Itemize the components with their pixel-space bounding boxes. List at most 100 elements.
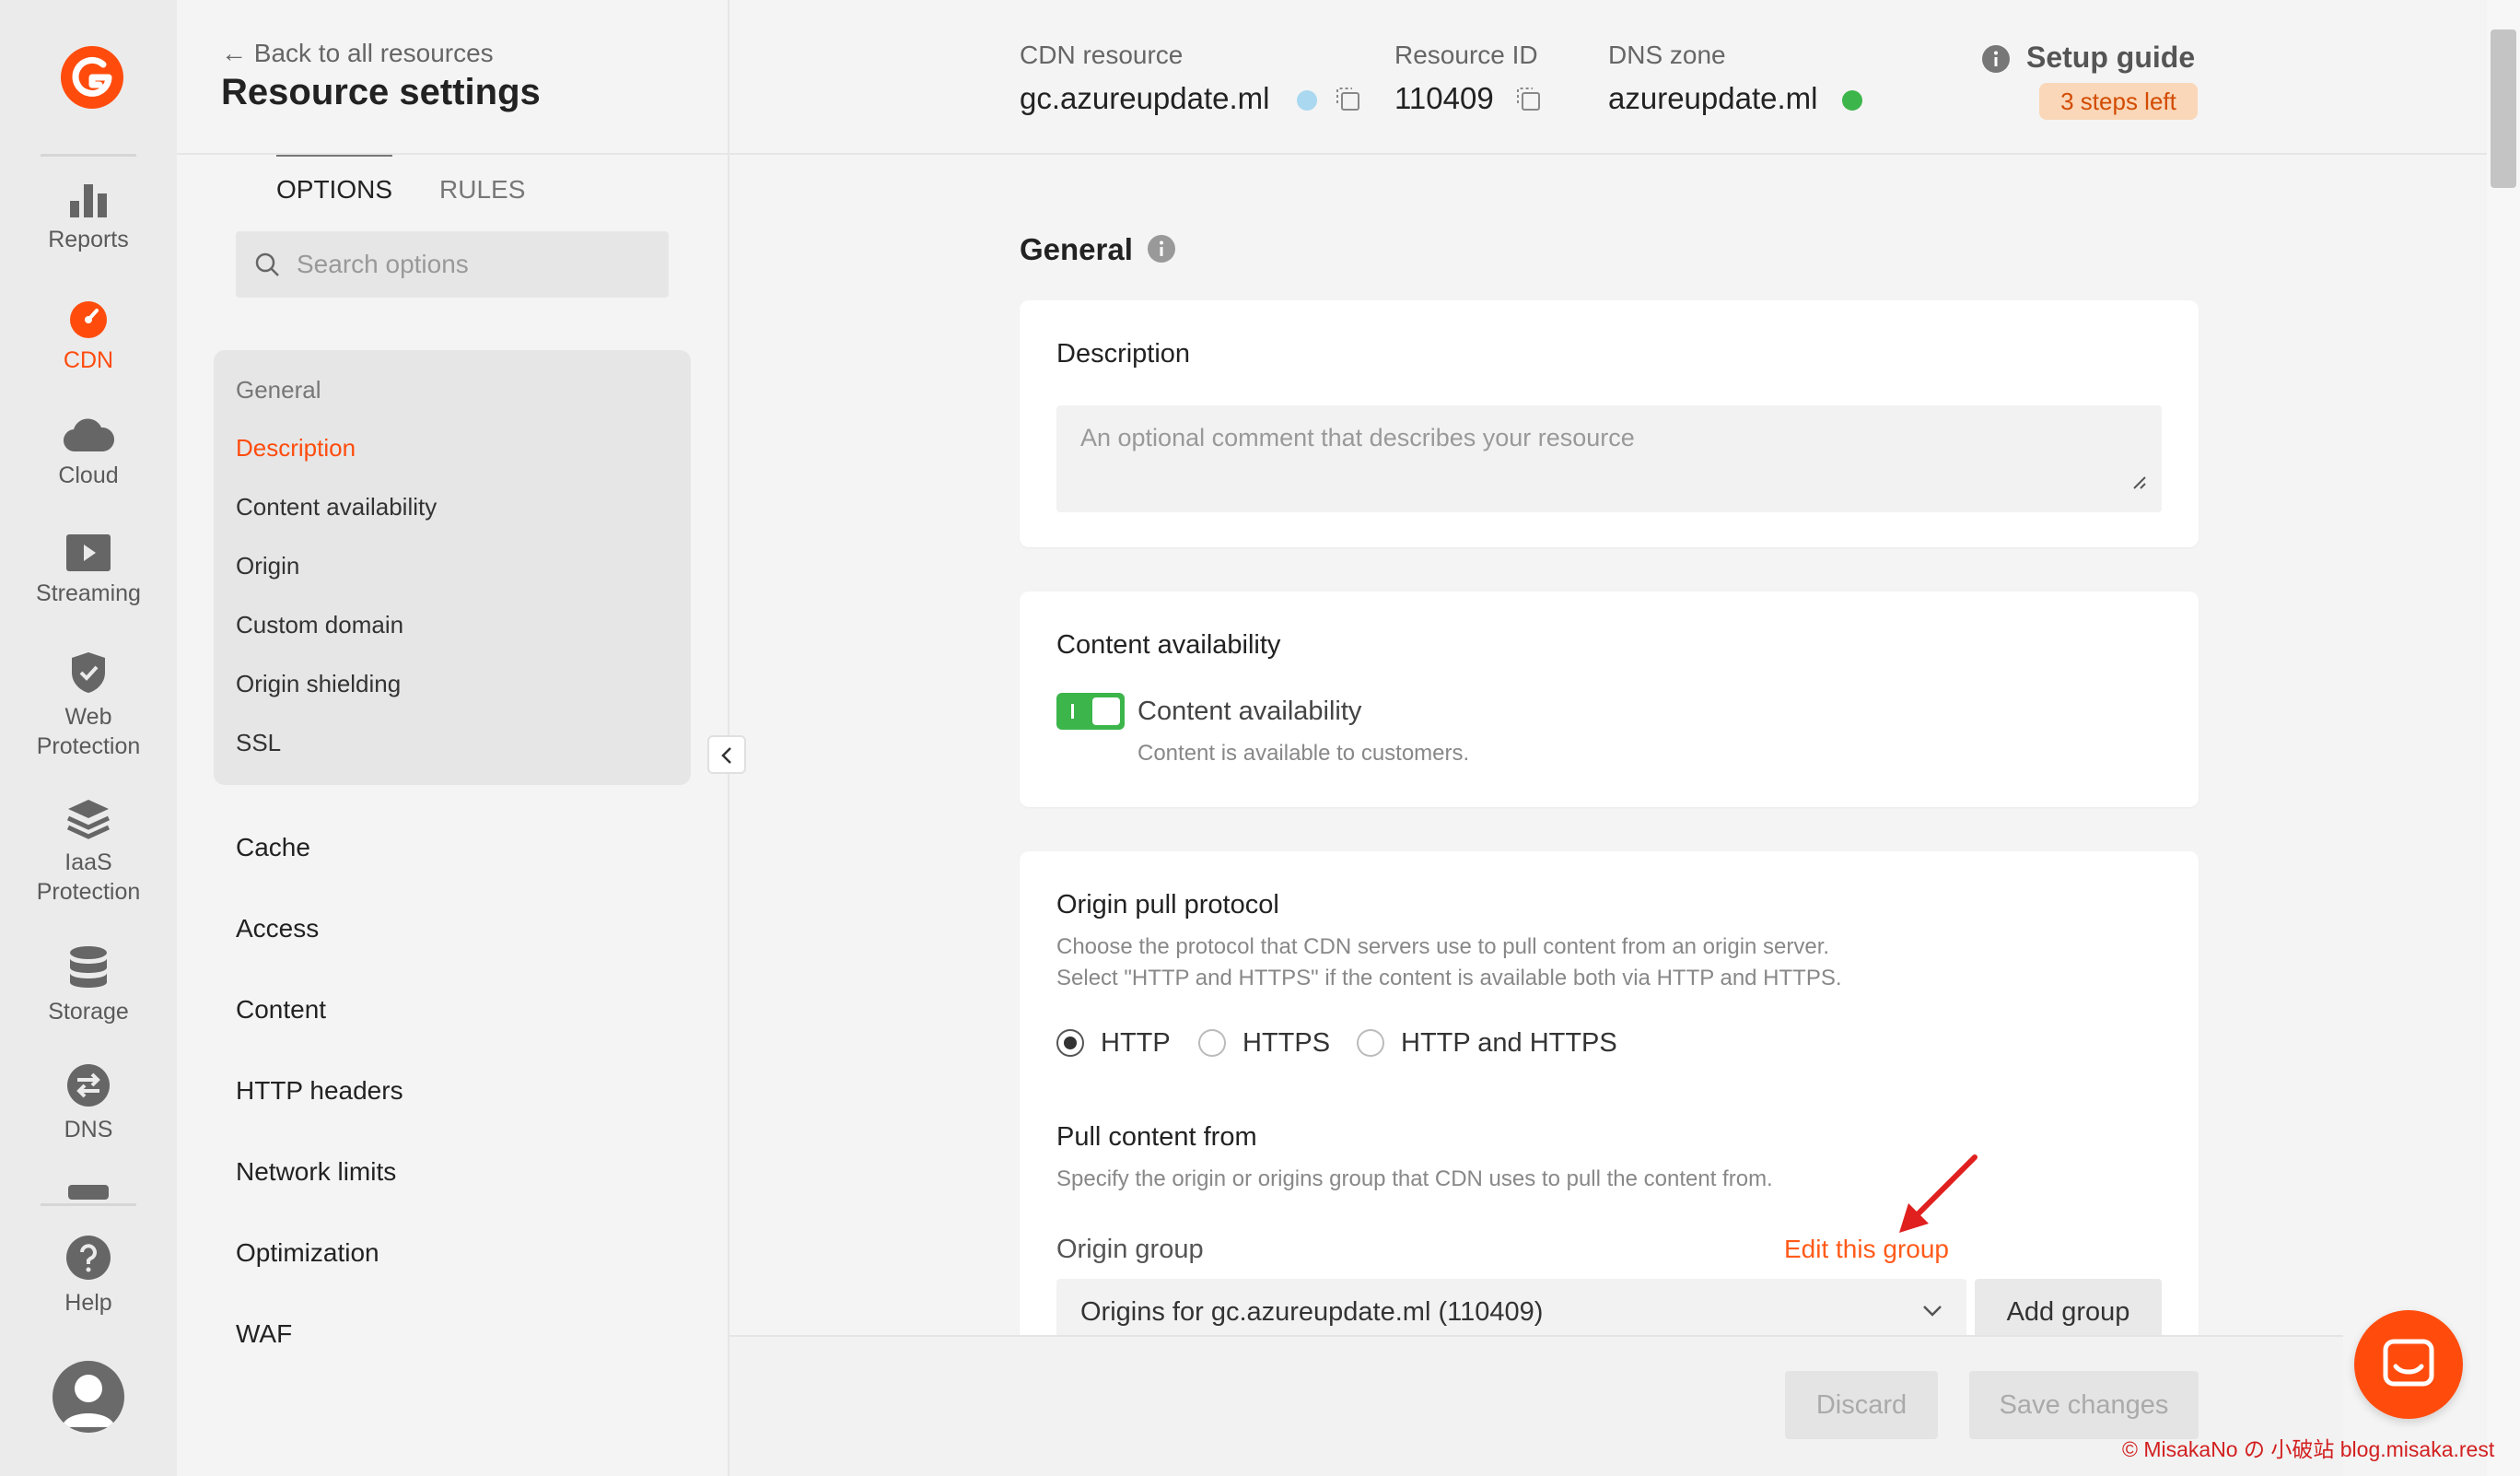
nav-content-availability[interactable]: Content availability [236, 493, 437, 521]
nav-network-limits[interactable]: Network limits [236, 1157, 396, 1187]
rail-item-reports[interactable]: Reports [0, 181, 177, 254]
discard-button[interactable]: Discard [1785, 1371, 1938, 1439]
rail-label: Reports [48, 227, 129, 252]
server-icon[interactable] [68, 1185, 109, 1200]
dns-zone-value: azureupdate.ml [1608, 81, 1818, 115]
dns-status-dot [1842, 90, 1862, 111]
rail-label: IaaS [64, 849, 112, 875]
play-icon [66, 534, 111, 571]
save-changes-button[interactable]: Save changes [1969, 1371, 2199, 1439]
rail-item-storage[interactable]: Storage [0, 945, 177, 1026]
collapse-sidebar-button[interactable] [707, 735, 746, 774]
rail-label: Protection [36, 879, 141, 905]
nav-custom-domain[interactable]: Custom domain [236, 611, 403, 639]
pull-content-help: Specify the origin or origins group that… [1056, 1166, 1773, 1191]
rail-label: DNS [64, 1117, 113, 1142]
cloud-icon [64, 418, 114, 452]
radio-https[interactable] [1198, 1029, 1226, 1057]
radio-https-label[interactable]: HTTPS [1242, 1028, 1330, 1059]
info-icon [1982, 45, 2010, 73]
nav-optimization[interactable]: Optimization [236, 1238, 379, 1268]
nav-ssl[interactable]: SSL [236, 729, 281, 757]
nav-origin-shielding[interactable]: Origin shielding [236, 670, 401, 698]
rail-label: Help [64, 1290, 112, 1316]
setup-guide-link[interactable]: Setup guide [2026, 41, 2195, 75]
toggle-bar [1071, 704, 1074, 719]
toggle-knob [1092, 697, 1120, 725]
page-scrollbar[interactable] [2487, 0, 2520, 1476]
search-icon [255, 252, 279, 276]
description-textarea[interactable] [1056, 405, 2162, 512]
section-title-text: General [1020, 232, 1133, 266]
chat-icon [2383, 1339, 2434, 1387]
cdn-status-dot [1297, 90, 1317, 111]
nav-cache[interactable]: Cache [236, 833, 310, 862]
page-title: Resource settings [221, 72, 541, 112]
rail-label: Streaming [36, 580, 141, 606]
nav-general[interactable]: General [236, 376, 321, 404]
radio-http[interactable] [1056, 1029, 1084, 1057]
arrow-left-icon: ← [221, 39, 247, 67]
tab-options[interactable]: OPTIONS [276, 175, 392, 205]
general-section-title: General [1020, 232, 1133, 267]
chevron-down-icon [1923, 1306, 1942, 1317]
rail-item-streaming[interactable]: Streaming [0, 534, 177, 608]
database-icon [70, 946, 107, 988]
rail-label: Web [64, 704, 112, 730]
content-availability-card: Content availability Content availabilit… [1020, 592, 2199, 807]
rail-item-dns[interactable]: DNS [0, 1063, 177, 1144]
scrollbar-thumb[interactable] [2491, 29, 2516, 188]
nav-content[interactable]: Content [236, 995, 326, 1025]
nav-description[interactable]: Description [236, 434, 356, 463]
radio-http-and-https-label[interactable]: HTTP and HTTPS [1401, 1028, 1617, 1059]
resize-grip-icon[interactable] [2130, 474, 2147, 490]
question-icon [66, 1236, 111, 1280]
content-availability-title: Content availability [1056, 630, 1281, 660]
rail-item-cdn[interactable]: CDN [0, 299, 177, 375]
cdn-resource-value: gc.azureupdate.ml [1020, 81, 1270, 115]
watermark-text: © MisakaNo の 小破站 blog.misaka.rest [2122, 1437, 2495, 1461]
bar-chart-icon [70, 184, 107, 217]
content-availability-toggle[interactable] [1056, 693, 1125, 730]
copy-icon[interactable] [1334, 85, 1361, 112]
speedometer-icon [70, 301, 107, 338]
nav-access[interactable]: Access [236, 914, 319, 943]
copy-icon[interactable] [1514, 85, 1542, 112]
back-to-resources-link[interactable]: ← Back to all resources [221, 39, 494, 68]
info-icon [1148, 235, 1175, 263]
origin-pull-protocol-title: Origin pull protocol [1056, 890, 1279, 920]
description-title: Description [1056, 339, 1191, 369]
chat-support-button[interactable] [2354, 1310, 2463, 1419]
annotation-arrow-icon [1899, 1154, 1978, 1233]
radio-http-and-https[interactable] [1357, 1029, 1384, 1057]
rail-label: Storage [48, 999, 129, 1025]
steps-left-badge: 3 steps left [2039, 83, 2198, 120]
content-availability-toggle-label: Content availability [1138, 697, 1362, 726]
nav-origin[interactable]: Origin [236, 552, 299, 580]
resource-id-value: 110409 [1394, 81, 1494, 115]
dns-zone-label: DNS zone [1608, 41, 1726, 69]
chevron-left-icon [721, 747, 731, 764]
gcore-logo-icon[interactable] [57, 42, 127, 112]
search-options-input[interactable] [297, 231, 656, 298]
layers-icon [66, 800, 111, 839]
rail-item-help[interactable]: Help [0, 1235, 177, 1318]
cdn-resource-label: CDN resource [1020, 41, 1184, 69]
user-avatar-icon[interactable] [52, 1361, 124, 1433]
back-link-label: Back to all resources [253, 39, 494, 67]
search-options-box [236, 231, 669, 298]
rail-divider [41, 154, 136, 157]
rail-item-iaas-protection[interactable]: IaaS Protection [0, 798, 177, 907]
radio-http-label[interactable]: HTTP [1101, 1028, 1171, 1059]
rail-label: Protection [36, 733, 141, 759]
tab-rules[interactable]: RULES [439, 175, 525, 205]
rail-item-web-protection[interactable]: Web Protection [0, 650, 177, 761]
description-card: Description [1020, 300, 2199, 547]
rail-item-cloud[interactable]: Cloud [0, 416, 177, 490]
header-divider [177, 153, 2520, 155]
origin-pull-help-1: Choose the protocol that CDN servers use… [1056, 934, 1830, 959]
content-availability-help: Content is available to customers. [1138, 741, 1470, 766]
nav-waf[interactable]: WAF [236, 1319, 292, 1349]
nav-http-headers[interactable]: HTTP headers [236, 1076, 403, 1106]
rail-label: Cloud [58, 463, 119, 488]
